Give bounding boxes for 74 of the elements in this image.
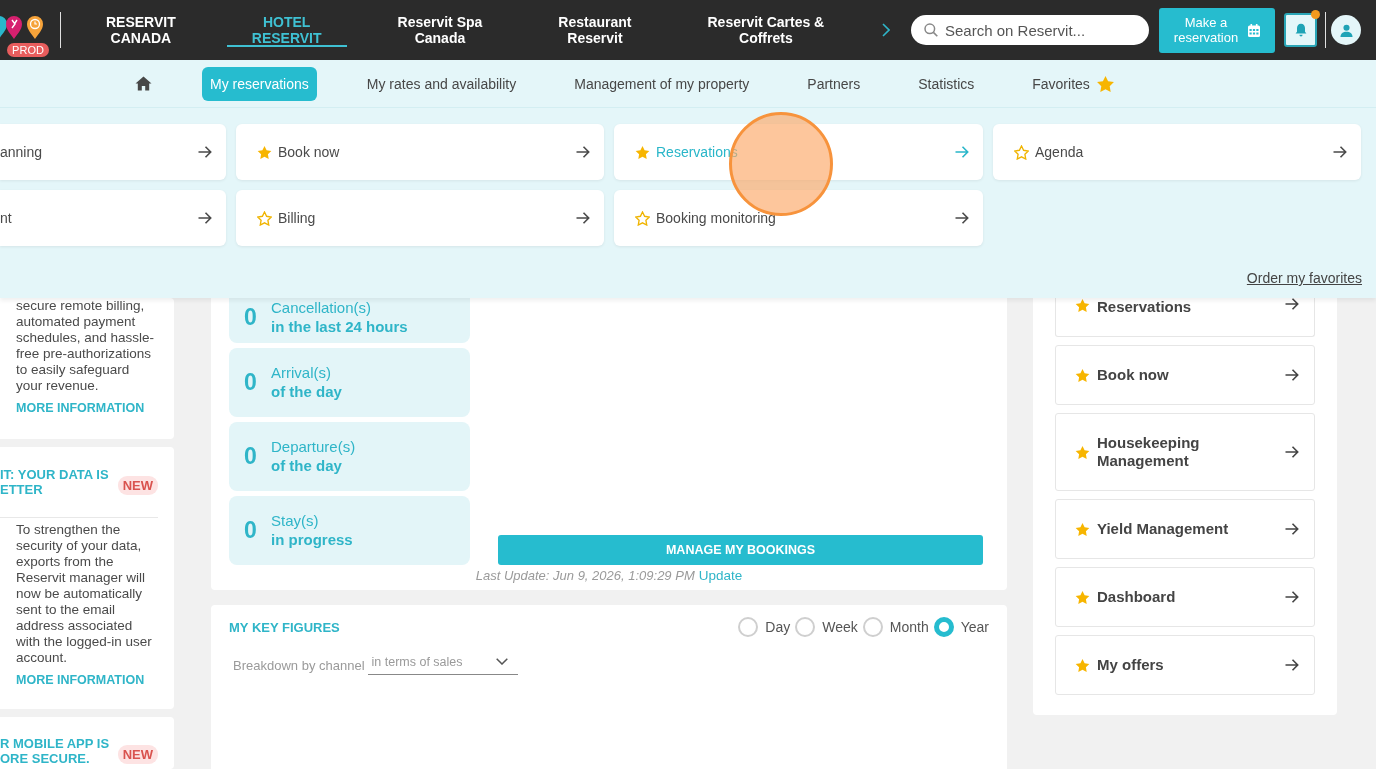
favorite-link[interactable]: Yield Management [1055, 499, 1315, 559]
favorite-link[interactable]: Reservations [1055, 298, 1315, 337]
arrow-right-icon [1285, 659, 1299, 671]
period-radio[interactable]: Day [738, 617, 791, 637]
menu-card[interactable]: Billing [236, 190, 604, 246]
last-update-text: Last Update: Jun 9, 2026, 1:09:29 PM [475, 568, 695, 584]
arrow-right-icon [576, 212, 590, 224]
news-text: To strengthen the security of your data, exports from the Reservit manager will now be automatically sent to the email address associated with the logged-in user account. [15, 522, 153, 666]
arrow-right-icon [576, 146, 590, 158]
breakdown-label: Breakdown by channel [233, 657, 365, 675]
bell-icon [1294, 23, 1307, 37]
favorite-link[interactable]: Dashboard [1055, 567, 1315, 627]
stat-value: 0 [244, 370, 257, 394]
period-radio[interactable]: Week [795, 617, 858, 637]
period-radio[interactable]: Year [933, 617, 989, 637]
top-nav-tab[interactable]: HOTEL RESERVIT [213, 0, 360, 60]
arrow-right-icon [198, 212, 212, 224]
stat-label: Stay(s) [271, 511, 320, 530]
home-icon [135, 76, 152, 91]
stat-period: in the last 24 hours [271, 317, 408, 336]
new-badge: NEW [117, 744, 158, 764]
arrow-right-icon [1285, 523, 1299, 535]
favorite-link[interactable]: Book now [1055, 345, 1315, 405]
favorites-tab[interactable]: Favorites [1024, 66, 1122, 101]
new-badge: NEW [117, 475, 158, 495]
order-favorites-link[interactable]: Order my favorites [1246, 270, 1362, 286]
environment-badge: PROD [7, 43, 49, 57]
menu-card[interactable]: nt [0, 190, 226, 246]
caret-down-icon [495, 658, 508, 665]
stat-period: of the day [271, 456, 343, 475]
arrow-right-icon [1285, 591, 1299, 603]
star-icon [1096, 75, 1114, 92]
nav-tab[interactable]: My rates and availability [358, 66, 525, 101]
favorite-link[interactable]: My offers [1055, 635, 1315, 695]
section-title: MY KEY FIGURES [229, 619, 340, 635]
account-button[interactable] [1331, 15, 1361, 45]
calendar-icon [1248, 23, 1261, 37]
period-radio[interactable]: Month [862, 617, 929, 637]
nav-tab[interactable]: Partners [799, 66, 869, 101]
stat-period: in progress [271, 530, 353, 549]
menu-card[interactable]: anning [0, 124, 226, 180]
nav-tab[interactable]: Statistics [910, 66, 983, 101]
search-field[interactable]: Search on Reservit... [911, 15, 1149, 45]
stat-period: of the day [271, 382, 342, 401]
arrow-right-icon [955, 212, 969, 224]
stat-label: Departure(s) [271, 437, 356, 456]
chevron-right-icon[interactable] [882, 23, 890, 37]
map-pins-logo-icon [0, 14, 45, 40]
menu-card[interactable]: Book now [236, 124, 604, 180]
arrow-right-icon [198, 146, 212, 158]
arrow-right-icon [1285, 298, 1299, 310]
top-nav-tab[interactable]: Restaurant Reservit [520, 0, 670, 60]
favorite-link[interactable]: Housekeeping Management [1055, 413, 1315, 491]
menu-card[interactable]: Booking monitoring [614, 190, 983, 246]
arrow-right-icon [1285, 446, 1299, 458]
stat-value: 0 [244, 305, 257, 329]
top-nav-tab[interactable]: Reservit Spa Canada [359, 0, 521, 60]
stat-label: Arrival(s) [271, 363, 332, 382]
top-nav-tab[interactable]: RESERVIT CANADA [68, 0, 214, 60]
stat-value: 0 [244, 444, 257, 468]
arrow-right-icon [1333, 146, 1347, 158]
search-icon [924, 23, 938, 37]
user-icon [1339, 23, 1353, 37]
stat-label: Cancellation(s) [271, 298, 373, 317]
arrow-right-icon [955, 146, 969, 158]
news-title: R MOBILE APP IS ORE SECURE. [0, 736, 110, 766]
news-text: secure remote billing, automated payment schedules, and hassle-free pre-authorizations to easily safeguard your revenue. [15, 298, 156, 394]
notifications-button[interactable] [1284, 13, 1317, 47]
top-nav-tab[interactable]: Reservit Cartes & Coffrets [669, 0, 863, 60]
menu-card[interactable]: Agenda [993, 124, 1361, 180]
stat-value: 0 [244, 518, 257, 542]
arrow-right-icon [1285, 369, 1299, 381]
news-title: IT: YOUR DATA IS ETTER [0, 467, 109, 497]
nav-tab[interactable]: Management of my property [566, 66, 758, 101]
